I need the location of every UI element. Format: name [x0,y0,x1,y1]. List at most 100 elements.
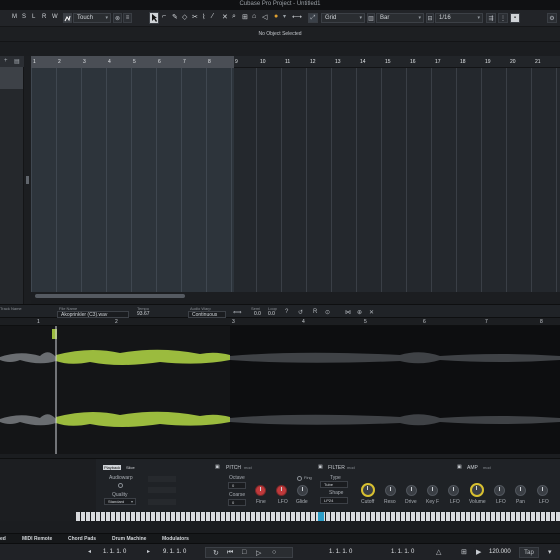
waveform-display[interactable] [0,326,560,454]
track-list-scrollbar[interactable] [24,56,31,304]
tempo-mode-icon[interactable]: ▶ [476,548,481,556]
left-locator-icon[interactable]: ◂ [88,548,91,555]
scrollbar-thumb[interactable] [35,294,185,298]
stop-icon[interactable]: □ [242,549,246,556]
audiowarp-toggle[interactable] [118,483,123,488]
object-select-tool[interactable] [149,12,159,24]
auto-scroll-button[interactable]: ⊗ [113,13,122,23]
settings-button[interactable]: ⚙ [547,13,557,23]
volume-knob[interactable] [470,483,484,497]
color-dropdown-icon[interactable]: ▾ [283,13,286,20]
project-h-scrollbar[interactable] [31,292,560,300]
reso-knob[interactable] [385,485,396,496]
tempo-value[interactable]: 93.67 [137,311,150,317]
listen-mode-button[interactable]: L [32,14,35,20]
pan-knob[interactable] [515,485,526,496]
sync-transport-icon[interactable]: ⊞ [461,548,467,556]
coarse-field[interactable]: 0 [228,499,246,506]
right-locator-icon[interactable]: ▸ [147,548,150,555]
record-icon[interactable]: ○ [272,549,276,556]
track-options-icon[interactable]: ▤ [14,58,20,65]
glue-icon[interactable]: ⌇ [202,13,205,21]
filter-shape-select[interactable]: LP24 [320,497,348,504]
track-item[interactable] [0,67,23,89]
cycle-icon[interactable]: ↻ [213,549,219,557]
snap-type-select[interactable]: Grid ▾ [321,13,365,23]
quality-select[interactable]: Standard ▾ [104,498,136,505]
event-display[interactable] [31,68,560,292]
quantize-icon-button[interactable]: ⊟ [426,13,434,23]
left-locator[interactable]: 1. 1. 1. 0 [103,549,126,555]
pencil-icon[interactable]: ✎ [172,13,178,21]
iterative-quantize-button[interactable]: ⋮ [498,13,508,23]
loop-value[interactable]: 0.0 [268,311,275,317]
draw-icon[interactable]: ⁄ [212,13,213,20]
grid-icon-button[interactable]: ▥ [367,13,375,23]
drive-knob[interactable] [406,485,417,496]
constrain-button[interactable]: ≡ [123,13,132,23]
record-toggle-icon[interactable]: R [313,309,317,315]
quantize-select[interactable]: 1/16 ▾ [435,13,483,23]
octave-field[interactable]: 0 [228,482,246,489]
playback-mode-value[interactable]: Slice [126,465,135,470]
color-tool-icon[interactable]: ● [274,13,278,20]
color-swatch-button[interactable]: ▪ [510,13,520,23]
tab-modulators[interactable]: Modulators [162,536,189,542]
glide-knob[interactable] [297,485,308,496]
quantize-apply-button[interactable]: ⇶ [486,13,496,23]
erase-icon[interactable]: ◇ [182,13,187,21]
time-warp-icon[interactable]: ⌂ [252,13,256,20]
tab-midi-remote[interactable]: MIDI Remote [22,536,52,542]
stretch-icon[interactable]: ⟺ [233,309,242,316]
loop-toggle-icon[interactable]: ↺ [298,309,303,316]
zoom-icon[interactable]: ⌕ [232,13,236,21]
right-locator[interactable]: 9. 1. 1. 0 [163,549,186,555]
pitch-header-icon[interactable]: ▣ [215,464,220,470]
semi-value[interactable]: 0.0 [254,311,261,317]
root-key[interactable] [318,512,324,521]
file-name-field[interactable]: Akoprinkler (C3).wav [57,311,129,318]
automation-mode-select[interactable]: Touch ▾ [73,13,111,23]
sample-editor-ruler[interactable]: 1 2 3 4 5 6 7 8 [0,318,560,326]
fine-knob[interactable] [255,485,266,496]
add-track-icon[interactable]: + [4,58,8,64]
cutoff-knob[interactable] [361,483,375,497]
tab-editor[interactable]: ed [0,536,6,542]
snap-icon[interactable]: ⋈ [345,309,351,316]
mute-mode-button[interactable]: M [12,14,17,20]
pitch-lfo-knob[interactable] [276,485,287,496]
cross-icon[interactable]: ✕ [369,309,374,316]
scrollbar-thumb[interactable] [26,176,29,184]
keyboard-strip[interactable] [0,512,560,521]
filter-header-icon[interactable]: ▣ [318,464,323,470]
fing-toggle[interactable] [297,476,302,481]
filter-lfo-knob[interactable] [448,485,459,496]
position-display[interactable]: 1. 1. 1. 0 [329,549,352,555]
question-icon[interactable]: ? [285,309,288,315]
tab-chord-pads[interactable]: Chord Pads [68,536,96,542]
position-display-secondary[interactable]: 1. 1. 1. 0 [391,549,414,555]
tab-drum-machine[interactable]: Drum Machine [112,536,146,542]
keyf-knob[interactable] [427,485,438,496]
solo-mode-button[interactable]: S [22,14,26,20]
speaker-icon[interactable]: ◁ [262,13,267,21]
write-mode-button[interactable]: W [52,14,58,20]
split-icon[interactable]: ✂ [192,13,198,21]
amp-header-icon[interactable]: ▣ [457,464,462,470]
transport-menu-icon[interactable]: ▾ [548,548,552,556]
metronome-icon[interactable]: △ [436,548,441,556]
automation-icon-button[interactable] [63,13,72,23]
tempo-display[interactable]: 120.000 [489,549,511,555]
amp-lfo2-knob[interactable] [537,485,548,496]
read-mode-button[interactable]: R [42,14,46,20]
sync-icon[interactable]: ⊕ [357,309,362,316]
play-icon[interactable]: ▷ [256,549,261,557]
tap-tempo-button[interactable]: Tap [519,547,539,558]
go-to-start-icon[interactable]: ⏮ [227,549,233,557]
range-tool-icon[interactable]: ⌐ [162,13,166,20]
snap-toggle-icon[interactable]: ⟷ [292,13,302,21]
filter-type-select[interactable]: Tube [320,481,348,488]
audio-warp-select[interactable]: Continuous [188,311,226,318]
amp-lfo-knob[interactable] [494,485,505,496]
snap-button[interactable]: ⤢ [308,13,318,23]
